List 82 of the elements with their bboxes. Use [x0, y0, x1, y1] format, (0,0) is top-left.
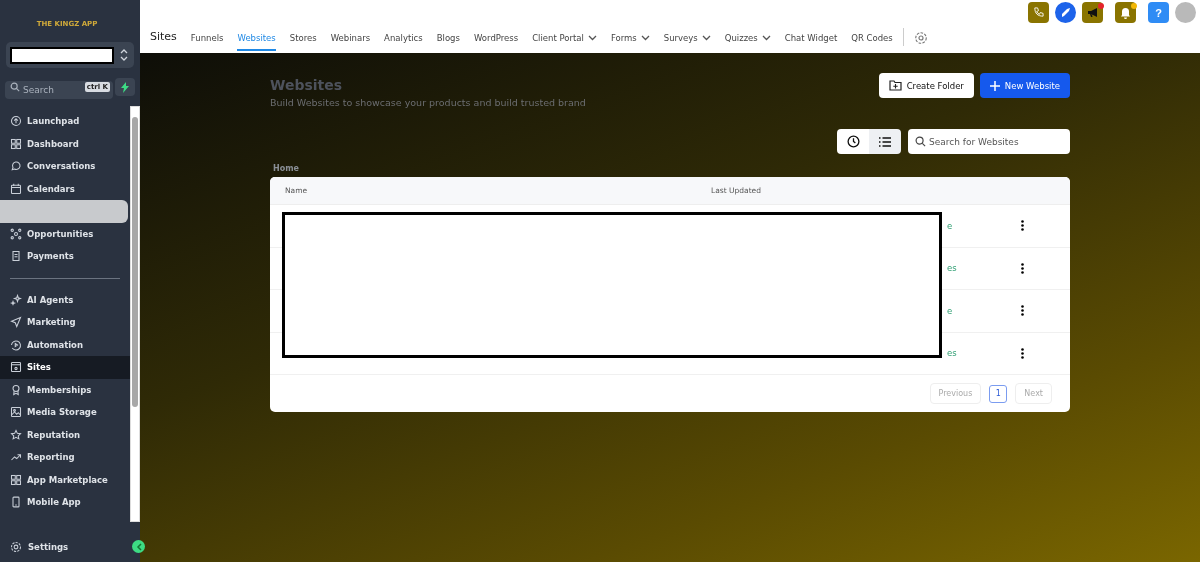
award-icon [10, 383, 22, 396]
megaphone-button[interactable] [1082, 2, 1103, 23]
bell-icon [1120, 6, 1131, 19]
search-icon [10, 82, 20, 92]
settings-icon [10, 541, 22, 553]
account-switcher[interactable] [6, 42, 134, 68]
page-button[interactable]: 1 [989, 384, 1008, 403]
search-field[interactable]: Search for Websites [908, 129, 1070, 154]
table-cell: e [947, 305, 953, 316]
nav-item[interactable]: Payments [0, 245, 130, 268]
nav-tab[interactable]: Quizzes [724, 28, 771, 51]
sparkle-icon [10, 293, 22, 306]
send-icon [10, 316, 22, 329]
play-icon [10, 338, 22, 351]
nav-item[interactable]: Marketing [0, 311, 130, 334]
nav-tab[interactable]: Forms [610, 28, 650, 51]
nav-item[interactable]: Dashboard [0, 132, 130, 155]
browser-icon [10, 361, 22, 374]
phone-icon [10, 496, 22, 509]
nav-tab[interactable]: Funnels [190, 28, 224, 51]
nav-item[interactable]: Mobile App [0, 491, 130, 514]
nav-item[interactable]: AI Agents [0, 288, 130, 311]
table-cell: es [947, 348, 957, 359]
nav-tab[interactable]: Client Portal [532, 28, 597, 51]
nav-item[interactable]: Launchpad [0, 110, 130, 133]
list-view-button[interactable] [869, 129, 901, 154]
nav-item[interactable]: Reputation [0, 423, 130, 446]
folder-plus-icon [888, 80, 902, 91]
recent-view-button[interactable] [837, 129, 869, 154]
new-website-button[interactable]: New Website [979, 73, 1070, 98]
nav-item[interactable]: Sites [0, 356, 130, 379]
clock-icon [846, 135, 860, 148]
lightning-icon [121, 81, 129, 93]
kebab-menu-icon [1020, 262, 1024, 274]
nav-tab[interactable]: Surveys [663, 28, 711, 51]
grid-icon [10, 137, 22, 150]
phone-button[interactable] [1028, 2, 1049, 23]
nav-tab[interactable]: QR Codes [851, 28, 893, 51]
bell-button[interactable] [1115, 2, 1136, 23]
nav-tab[interactable]: Stores [289, 28, 317, 51]
settings-item[interactable]: Settings [0, 536, 77, 558]
breadcrumb[interactable]: Home [273, 164, 1070, 173]
nav-tab[interactable]: Websites [237, 28, 276, 51]
nav-tab[interactable]: Analytics [384, 28, 423, 51]
chevron-left-icon [135, 542, 142, 551]
image-icon [10, 406, 22, 419]
kebab-menu-icon [1020, 347, 1024, 359]
nav-item[interactable]: Automation [0, 333, 130, 356]
page-subtitle: Build Websites to showcase your products and build trusted brand [270, 97, 586, 108]
nodes-icon [10, 227, 22, 240]
chevron-updown-icon [120, 49, 128, 61]
nav-item[interactable]: App Marketplace [0, 468, 130, 491]
scrollbar[interactable] [130, 106, 140, 522]
phone-icon [1033, 7, 1044, 18]
kebab-menu-icon [1020, 220, 1024, 232]
nav-tab[interactable]: Chat Widget [784, 28, 838, 51]
nav-item[interactable]: Conversations [0, 155, 130, 178]
nav-item[interactable]: Opportunities [0, 222, 130, 245]
nav-item[interactable]: Reporting [0, 446, 130, 469]
create-folder-button[interactable]: Create Folder [878, 73, 974, 98]
star-icon [10, 428, 22, 441]
plus-icon [989, 80, 1000, 91]
receipt-icon [10, 250, 22, 263]
grid-icon [10, 473, 22, 486]
nav-tab[interactable]: WordPress [473, 28, 519, 51]
list-icon [879, 136, 891, 147]
chat-icon [10, 160, 22, 173]
quick-action-button[interactable] [115, 78, 135, 96]
table-cell: e [947, 220, 953, 231]
megaphone-icon [1086, 7, 1099, 18]
section-title: Sites [150, 30, 177, 43]
nav-item[interactable]: Media Storage [0, 401, 130, 424]
nav-tab[interactable]: Webinars [330, 28, 371, 51]
table-cell: es [947, 263, 957, 274]
page-title: Websites [270, 77, 344, 93]
search-icon [915, 136, 926, 147]
settings-icon[interactable] [913, 31, 928, 45]
nav-tab[interactable]: Blogs [436, 28, 460, 51]
kebab-menu-icon [1020, 305, 1024, 317]
nav-item[interactable]: Memberships [0, 378, 130, 401]
calendar-icon [10, 182, 22, 195]
nav-item[interactable]: Calendars [0, 177, 130, 200]
